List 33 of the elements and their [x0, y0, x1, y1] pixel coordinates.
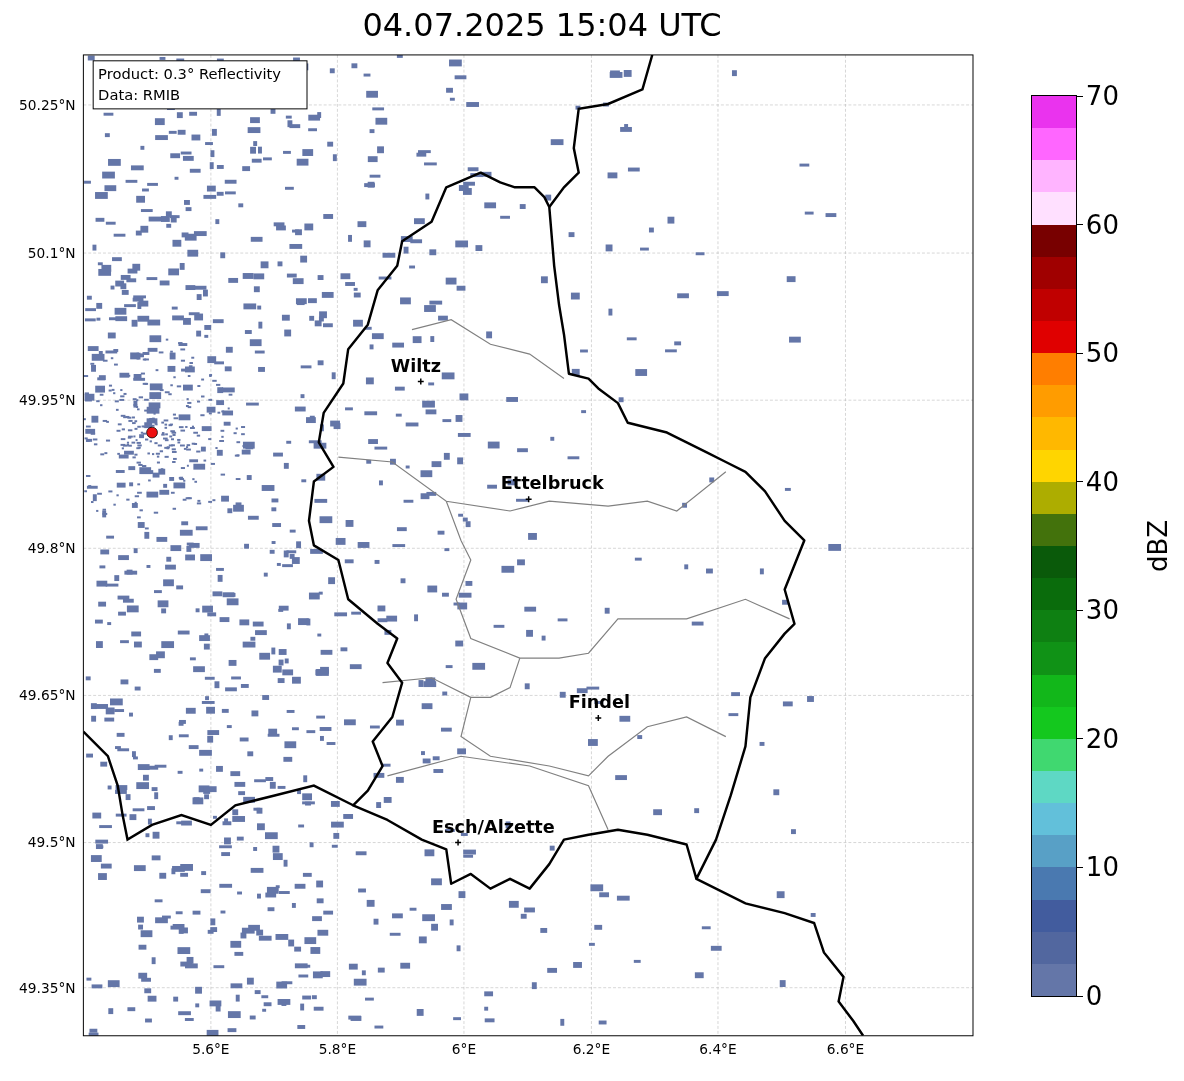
scale-tick-label: 60 — [1085, 209, 1119, 240]
city-label: Ettelbruck — [500, 473, 604, 494]
scale-tick-label: 30 — [1085, 595, 1119, 626]
chart-title: 04.07.2025 15:04 UTC — [362, 5, 722, 45]
info-box: Product: 0.3° Reflectivity Data: RMIB — [92, 60, 308, 110]
scale-tick-label: 10 — [1085, 852, 1119, 883]
latitude-label: 49.95°N — [19, 392, 76, 409]
latitude-label: 50.25°N — [19, 96, 76, 113]
scale-tick-label: 0 — [1085, 981, 1103, 1011]
scale-tick-label: 50 — [1085, 338, 1119, 369]
latitude-label: 49.5°N — [27, 834, 76, 851]
city-label: Wiltz — [390, 355, 441, 376]
radar-site-marker — [146, 426, 158, 439]
scale-tick-label: 20 — [1085, 723, 1119, 754]
latitude-label: 49.65°N — [19, 687, 76, 704]
city-marker — [594, 714, 602, 722]
latitude-label: 50.1°N — [27, 244, 76, 261]
longitude-label: 5.8°E — [318, 1041, 357, 1058]
latitude-label: 49.8°N — [27, 540, 76, 557]
longitude-label: 5.6°E — [192, 1041, 230, 1058]
city-label: Esch/Alzette — [431, 816, 555, 837]
city-marker — [417, 377, 425, 386]
scale-unit-label: dBZ — [1142, 519, 1173, 573]
scale-tick-label: 40 — [1085, 466, 1119, 497]
longitude-label: 6°E — [451, 1041, 477, 1058]
longitude-label: 6.6°E — [826, 1041, 865, 1058]
city-label: Findel — [568, 692, 630, 713]
latitude-label: 49.35°N — [19, 979, 76, 996]
longitude-label: 6.2°E — [572, 1041, 611, 1058]
city-marker — [454, 838, 462, 847]
longitude-label: 6.4°E — [699, 1041, 737, 1058]
city-marker — [525, 495, 533, 503]
scale-tick-label: 70 — [1085, 81, 1119, 111]
